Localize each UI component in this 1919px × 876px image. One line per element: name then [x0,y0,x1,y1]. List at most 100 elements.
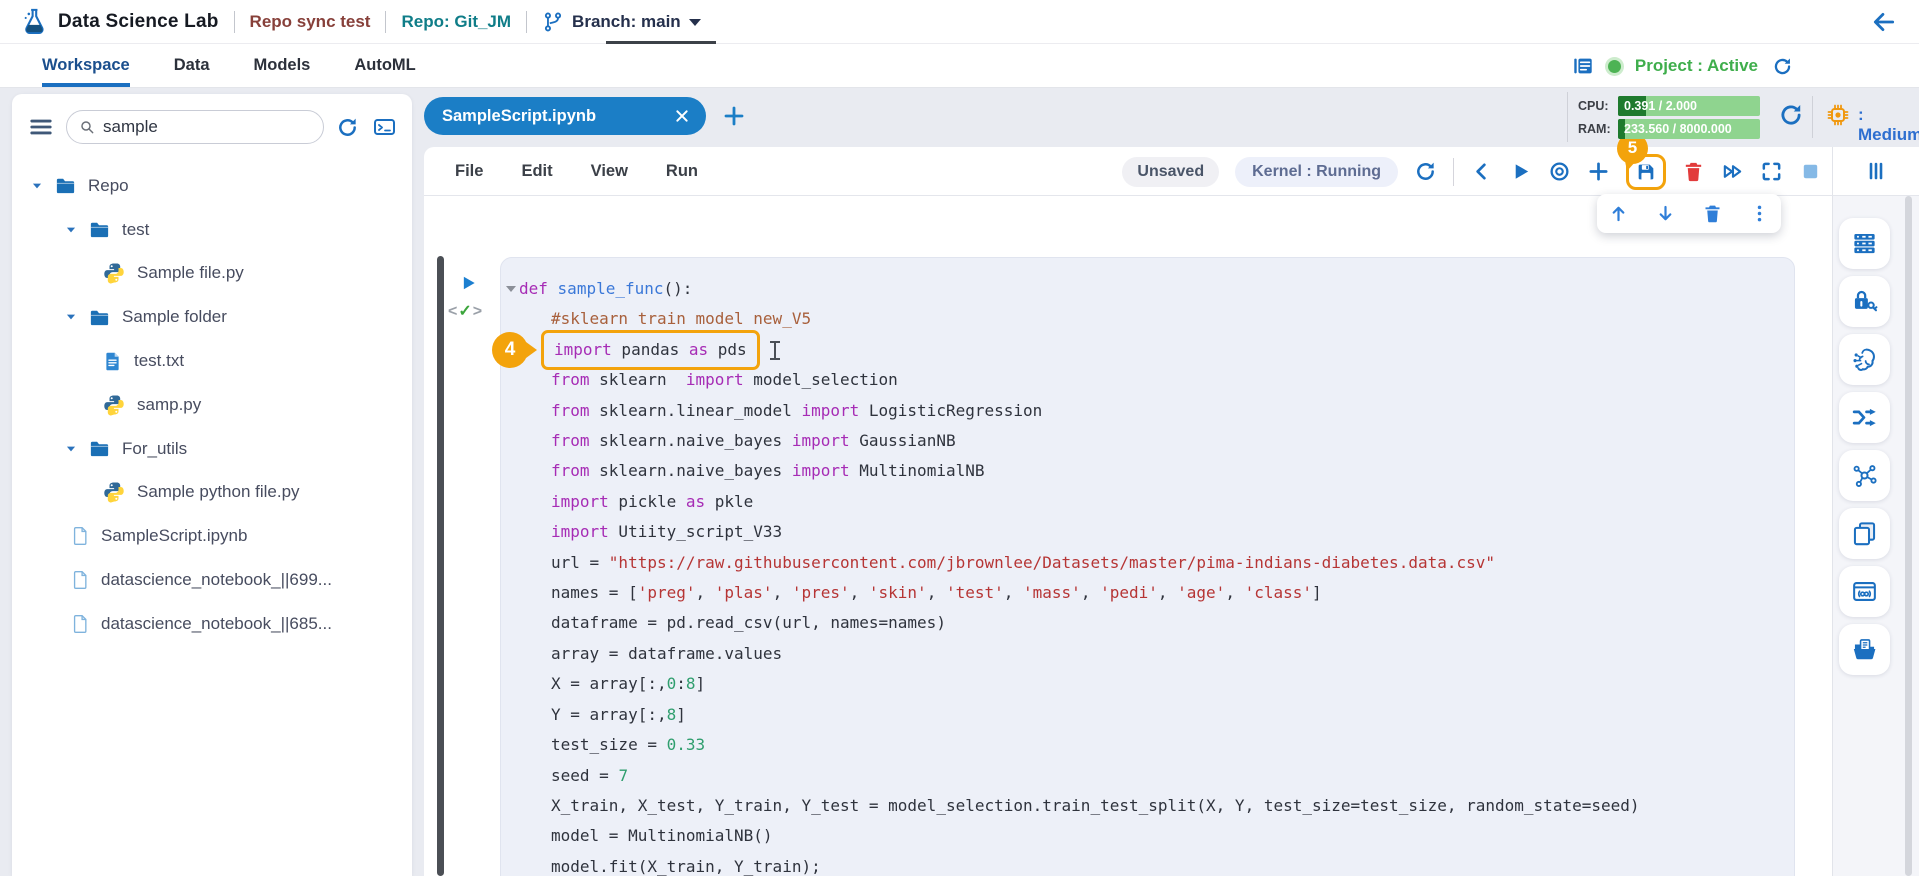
tree-item[interactable]: datascience_notebook_||699... [12,558,412,602]
tree-item[interactable]: For_utils [12,427,412,471]
menu-icon[interactable] [28,114,54,140]
rail-brain-icon[interactable] [1839,334,1890,385]
tree-item[interactable]: datascience_notebook_||685... [12,602,412,646]
tree-item[interactable]: Sample python file.py [12,471,412,515]
run-all-icon[interactable] [1721,160,1744,183]
tree-item[interactable]: samp.py [12,383,412,427]
menu-edit[interactable]: Edit [521,162,552,181]
fold-caret-icon[interactable] [506,286,516,292]
caret-down-icon[interactable] [64,442,78,456]
tree-item[interactable]: test.txt [12,339,412,383]
tree-item[interactable]: Repo [12,164,412,208]
new-tab-icon[interactable] [722,104,746,128]
tree-item[interactable]: SampleScript.ipynb [12,514,412,558]
rail-lock-icon[interactable] [1839,276,1890,327]
ram-value: 233.560 / 8000.000 [1624,122,1732,136]
cell-drag-handle[interactable] [437,256,444,876]
move-cell-down-icon[interactable] [1655,203,1676,224]
close-tab-icon[interactable] [674,108,690,124]
project-refresh-icon[interactable] [1772,56,1793,77]
python-file-icon [102,393,126,417]
folder-icon [88,437,111,460]
nav-tab-automl[interactable]: AutoML [354,44,415,87]
tree-item-label: Sample folder [122,307,227,327]
code-line[interactable]: X_train, X_test, Y_train, Y_test = model… [519,791,1794,821]
save-icon[interactable] [1635,161,1657,183]
tree-item[interactable]: Sample folder [12,295,412,339]
code-line[interactable]: import Utiity_script_V33 [519,517,1794,547]
nav-right: Project : Active [1572,44,1793,88]
code-line[interactable]: from sklearn.linear_model import Logisti… [519,396,1794,426]
instance-chip-icon[interactable] [1826,103,1850,127]
code-line[interactable]: url = "https://raw.githubusercontent.com… [519,548,1794,578]
add-cell-icon[interactable] [1587,160,1610,183]
nav-tab-data[interactable]: Data [174,44,210,87]
kernel-refresh-icon[interactable] [1414,160,1437,183]
tree-item[interactable]: test [12,208,412,252]
rail-copy-icon[interactable] [1839,508,1890,559]
run-cell-icon[interactable] [1509,160,1532,183]
search-input[interactable] [103,117,313,137]
caret-down-icon[interactable] [64,310,78,324]
tab-title: SampleScript.ipynb [442,107,674,126]
run-cell-gutter-icon[interactable] [458,273,478,293]
project-list-icon[interactable] [1572,55,1594,77]
explorer-refresh-icon[interactable] [336,116,359,139]
code-line[interactable]: from sklearn import model_selection [519,365,1794,395]
columns-icon[interactable] [1864,159,1888,183]
code-line[interactable]: X = array[:,0:8] [519,669,1794,699]
code-line[interactable]: from sklearn.naive_bayes import Multinom… [519,456,1794,486]
fullscreen-icon[interactable] [1760,160,1783,183]
collapse-left-icon[interactable] [1470,160,1493,183]
menu-view[interactable]: View [591,162,628,181]
code-line[interactable]: model.fit(X_train, Y_train); [519,852,1794,876]
back-arrow-icon[interactable] [1871,9,1897,35]
rail-network-icon[interactable] [1839,450,1890,501]
record-target-icon[interactable] [1548,160,1571,183]
menu-file[interactable]: File [455,162,483,181]
nav-tab-workspace[interactable]: Workspace [42,44,130,87]
ram-label: RAM: [1578,122,1612,136]
code-line[interactable]: test_size = 0.33 [519,730,1794,760]
caret-down-icon[interactable] [64,223,78,237]
ram-bar: 233.560 / 8000.000 [1618,119,1760,139]
rail-infinity-icon[interactable] [1839,566,1890,617]
more-options-icon[interactable] [1749,203,1770,224]
code-line[interactable]: array = dataframe.values [519,639,1794,669]
stop-icon[interactable] [1799,160,1822,183]
resource-refresh-icon[interactable] [1778,102,1804,128]
folder-icon [88,218,111,241]
move-cell-up-icon[interactable] [1608,203,1629,224]
console-icon[interactable] [371,115,398,139]
code-line[interactable]: def sample_func(): [519,274,1794,304]
tree-item[interactable]: Sample file.py [12,252,412,296]
code-line[interactable]: 4import pandas as pds [519,335,1794,365]
delete-icon[interactable] [1682,160,1705,183]
repo-label: Repo: Git_JM [401,12,511,32]
search-box[interactable] [66,110,324,144]
rail-folderdocs-icon[interactable] [1839,624,1890,675]
menu-run[interactable]: Run [666,162,698,181]
code-line[interactable]: model = MultinomialNB() [519,821,1794,851]
nav-tab-models[interactable]: Models [254,44,311,87]
branch-label: Branch: main [572,12,681,32]
code-line[interactable]: seed = 7 [519,761,1794,791]
rail-shuffle-icon[interactable] [1839,392,1890,443]
code-line[interactable]: import pickle as pkle [519,487,1794,517]
code-line[interactable]: names = ['preg', 'plas', 'pres', 'skin',… [519,578,1794,608]
caret-down-icon[interactable] [30,179,44,193]
git-branch-icon [542,11,564,33]
delete-cell-icon[interactable] [1702,203,1723,224]
tree-item-label: datascience_notebook_||699... [101,570,332,590]
code-cell[interactable]: def sample_func():#sklearn train model n… [500,257,1795,876]
code-line[interactable]: Y = array[:,8] [519,700,1794,730]
app-root: Data Science Lab Repo sync test Repo: Gi… [0,0,1919,876]
rail-server-icon[interactable] [1839,218,1890,269]
tab-samplescript[interactable]: SampleScript.ipynb [424,97,706,135]
vertical-scrollbar[interactable] [1905,196,1912,876]
code-line[interactable]: from sklearn.naive_bayes import Gaussian… [519,426,1794,456]
menu-bar: File Edit View Run [455,162,698,181]
python-file-icon [102,261,126,285]
code-line[interactable]: dataframe = pd.read_csv(url, names=names… [519,608,1794,638]
branch-selector[interactable]: Branch: main [542,0,701,44]
